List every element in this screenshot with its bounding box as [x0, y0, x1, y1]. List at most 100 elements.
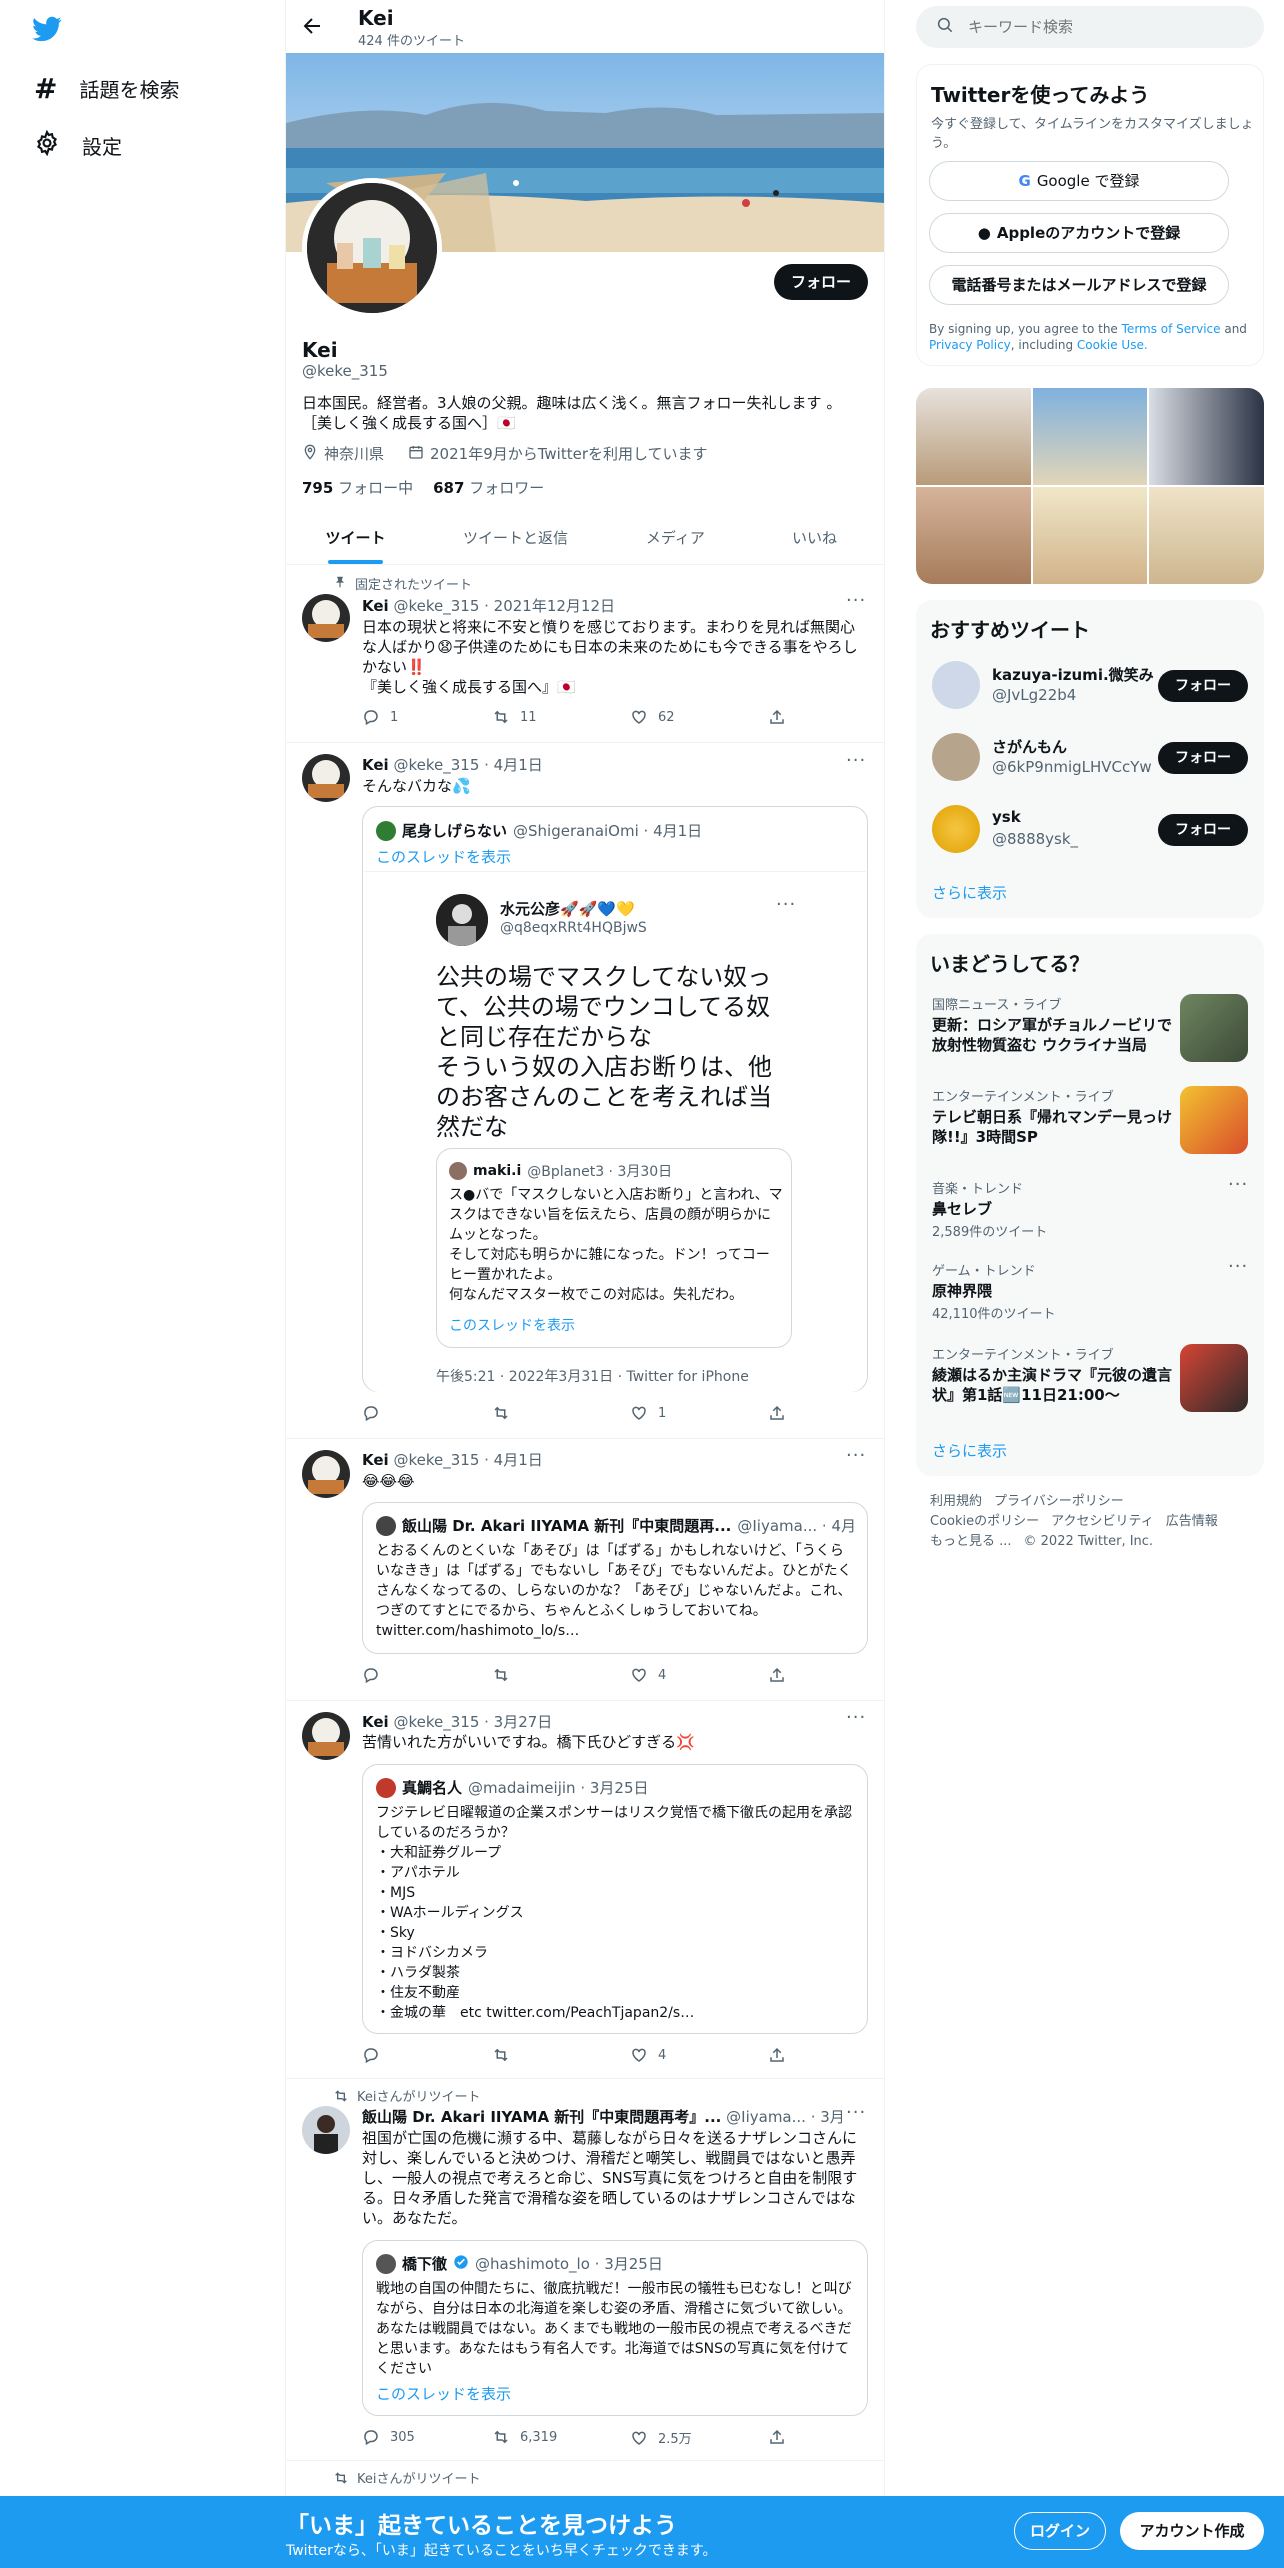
trends-show-more[interactable]: さらに表示 — [932, 1440, 1007, 1461]
like-button[interactable]: 4 — [630, 1666, 666, 1684]
profile-follow-counts: 795 フォロー中 687 フォロワー — [302, 477, 544, 498]
more-icon[interactable]: ··· — [846, 1445, 866, 1466]
quote-thread-link[interactable]: このスレッドを表示 — [376, 2383, 511, 2404]
retweet-button[interactable] — [492, 1666, 520, 1684]
footer-link[interactable]: アクセシビリティ — [1051, 1512, 1154, 1532]
more-icon[interactable]: ··· — [846, 750, 866, 771]
tweet-avatar[interactable] — [302, 1450, 350, 1498]
media-thumb[interactable] — [916, 388, 1031, 485]
tweet-author[interactable]: Kei — [362, 1713, 389, 1731]
footer-link[interactable]: プライバシーポリシー — [994, 1492, 1124, 1512]
follow-user-button[interactable]: フォロー — [1158, 670, 1248, 702]
tab-tweets[interactable]: ツイート — [286, 512, 425, 564]
attached-image[interactable]: 水元公彦🚀🚀💙💛 @q8eqxRRt4HQBjwS ··· 公共の場でマスクして… — [364, 871, 866, 1392]
google-signup-button[interactable]: G Google で登録 — [929, 161, 1229, 201]
more-icon[interactable]: ··· — [846, 590, 866, 611]
media-thumb[interactable] — [1149, 487, 1264, 584]
trend-item[interactable]: エンターテインメント・ライブ 綾瀬はるか主演ドラマ『元彼の遺言状』第1話🆕11日… — [932, 1344, 1172, 1405]
cookie-link[interactable]: Cookie Use. — [1077, 338, 1148, 352]
trend-more-icon[interactable]: ··· — [1228, 1174, 1248, 1195]
inner-quote-author: maki.i — [473, 1163, 522, 1179]
trend-item[interactable]: 音楽・トレンド 鼻セレブ 2,589件のツイート — [932, 1178, 1212, 1240]
retweet-button[interactable] — [492, 2046, 520, 2064]
nav-explore[interactable]: # 話題を検索 — [34, 72, 179, 105]
user-avatar[interactable] — [932, 733, 980, 781]
retweet-button[interactable] — [492, 1404, 520, 1422]
apple-signup-button[interactable]: ● Appleのアカウントで登録 — [929, 213, 1229, 253]
share-button[interactable] — [768, 2046, 786, 2064]
terms-link[interactable]: Terms of Service — [1122, 322, 1221, 336]
tweet-author[interactable]: Kei — [362, 597, 389, 615]
like-button[interactable]: 1 — [630, 1404, 666, 1422]
media-thumb[interactable] — [1149, 388, 1264, 485]
footer-link[interactable]: 利用規約 — [930, 1492, 982, 1512]
tweet-author[interactable]: 飯山陽 Dr. Akari IIYAMA 新刊『中東問題再考』... — [362, 2108, 721, 2126]
media-thumb[interactable] — [1032, 388, 1148, 485]
phone-signup-button[interactable]: 電話番号またはメールアドレスで登録 — [929, 265, 1229, 305]
nav-settings[interactable]: 設定 — [34, 129, 122, 160]
footer-link[interactable]: 広告情報 — [1166, 1512, 1218, 1532]
login-button[interactable]: ログイン — [1014, 2512, 1106, 2550]
user-avatar[interactable] — [932, 661, 980, 709]
search-box[interactable] — [916, 6, 1264, 48]
recommend-show-more[interactable]: さらに表示 — [932, 882, 1007, 903]
share-button[interactable] — [768, 2428, 786, 2446]
trend-item[interactable]: 国際ニュース・ライブ 更新：ロシア軍がチョルノービリで放射性物質盗む ウクライナ… — [932, 994, 1172, 1055]
tab-likes[interactable]: いいね — [745, 512, 884, 564]
user-name[interactable]: さがんもん — [992, 736, 1067, 757]
reply-button[interactable] — [362, 2046, 390, 2064]
reply-button[interactable] — [362, 1666, 390, 1684]
trend-item[interactable]: ゲーム・トレンド 原神界隈 42,110件のツイート — [932, 1260, 1212, 1322]
like-button[interactable]: 4 — [630, 2046, 666, 2064]
back-arrow-icon[interactable] — [300, 14, 324, 42]
search-input[interactable] — [968, 18, 1228, 36]
user-name[interactable]: kazuya-izumi.微笑み — [992, 664, 1154, 685]
follow-button[interactable]: フォロー — [774, 264, 868, 300]
more-icon[interactable]: ··· — [846, 2102, 866, 2123]
quoted-tweet[interactable]: 橋下徹 @hashimoto_lo · 3月25日 戦地の自国の仲間たちに、徹底… — [362, 2240, 868, 2416]
profile-avatar[interactable] — [302, 178, 442, 318]
followers-link[interactable]: 687 フォロワー — [433, 477, 544, 498]
user-name[interactable]: ysk — [992, 808, 1021, 826]
tab-tweets-replies[interactable]: ツイートと返信 — [425, 512, 606, 564]
footer-more[interactable]: もっと見る ... — [930, 1532, 1012, 1552]
profile-handle: @keke_315 — [302, 362, 388, 380]
tweet-avatar[interactable] — [302, 594, 350, 642]
tweet-avatar[interactable] — [302, 1712, 350, 1760]
signup-button[interactable]: アカウント作成 — [1120, 2512, 1264, 2550]
reply-button[interactable]: 1 — [362, 708, 398, 726]
quote-thread-link[interactable]: このスレッドを表示 — [376, 846, 511, 867]
more-icon[interactable]: ··· — [846, 1707, 866, 1728]
privacy-link[interactable]: Privacy Policy — [929, 338, 1011, 352]
media-thumb[interactable] — [916, 487, 1031, 584]
tweet-author[interactable]: Kei — [362, 1451, 389, 1469]
profile-location: 神奈川県 — [324, 445, 385, 463]
trend-more-icon[interactable]: ··· — [1228, 1256, 1248, 1277]
tab-media[interactable]: メディア — [606, 512, 745, 564]
media-thumb[interactable] — [1032, 487, 1148, 584]
footer-link[interactable]: Cookieのポリシー — [930, 1512, 1039, 1532]
retweet-button[interactable]: 11 — [492, 708, 537, 726]
tweet-author[interactable]: Kei — [362, 756, 389, 774]
reply-button[interactable] — [362, 1404, 390, 1422]
share-button[interactable] — [768, 1666, 786, 1684]
twitter-logo-icon[interactable] — [30, 14, 64, 48]
share-button[interactable] — [768, 1404, 786, 1422]
quoted-tweet[interactable]: 飯山陽 Dr. Akari IIYAMA 新刊『中東問題再... @Iiyama… — [362, 1502, 868, 1654]
following-link[interactable]: 795 フォロー中 — [302, 477, 413, 498]
quoted-tweet[interactable]: 真鯛名人 @madaimeijin · 3月25日 フジテレビ日曜報道の企業スポ… — [362, 1764, 868, 2034]
tweet-avatar[interactable] — [302, 2106, 350, 2154]
trend-item[interactable]: エンターテインメント・ライブ テレビ朝日系『帰れマンデー見っけ隊!!』3時間SP — [932, 1086, 1172, 1147]
reply-button[interactable]: 305 — [362, 2428, 415, 2446]
like-button[interactable]: 2.5万 — [630, 2428, 692, 2447]
retweet-button[interactable]: 6,319 — [492, 2428, 557, 2446]
retweet-icon — [494, 2430, 508, 2444]
like-button[interactable]: 62 — [630, 708, 675, 726]
follow-user-button[interactable]: フォロー — [1158, 814, 1248, 846]
trends-title: いまどうしてる？ — [930, 952, 1090, 976]
user-avatar[interactable] — [932, 805, 980, 853]
follow-user-button[interactable]: フォロー — [1158, 742, 1248, 774]
tweet-avatar[interactable] — [302, 754, 350, 802]
share-button[interactable] — [768, 708, 786, 726]
quoted-tweet[interactable]: 尾身しげらない @ShigeranaiOmi · 4月1日 このスレッドを表示 … — [362, 806, 868, 1392]
